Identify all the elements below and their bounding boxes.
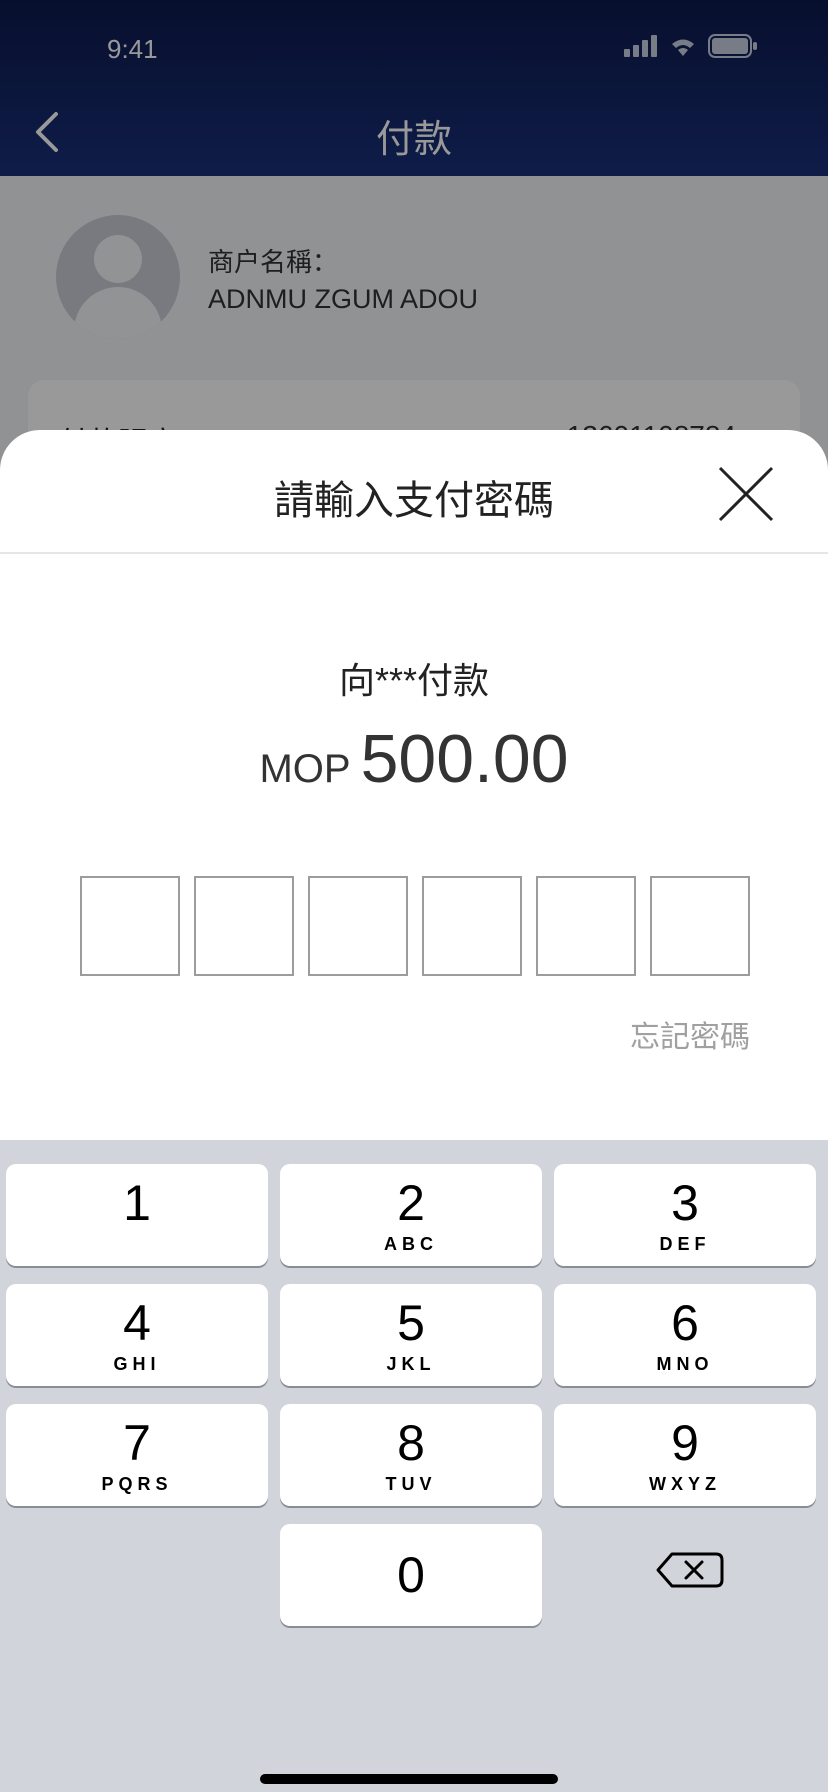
numeric-keypad: 1 2 ABC 3 DEF 4 GHI 5 JKL 6 MNO 7 PQRS 8… bbox=[0, 1140, 828, 1792]
key-digit: 4 bbox=[123, 1295, 151, 1351]
close-icon[interactable] bbox=[716, 464, 776, 524]
key-2[interactable]: 2 ABC bbox=[280, 1164, 542, 1266]
backspace-icon[interactable] bbox=[632, 1542, 748, 1598]
key-letters: WXYZ bbox=[649, 1474, 721, 1494]
payment-amount: MOP 500.00 bbox=[0, 720, 828, 798]
currency-label: MOP bbox=[259, 747, 351, 791]
sheet-title: 請輸入支付密碼 bbox=[274, 479, 554, 523]
password-sheet: 請輸入支付密碼 向***付款 MOP 500.00 忘記密碼 bbox=[0, 430, 828, 1140]
pin-box[interactable] bbox=[80, 876, 180, 976]
key-0[interactable]: 0 bbox=[280, 1524, 542, 1626]
key-letters: PQRS bbox=[101, 1474, 173, 1494]
key-letters: TUV bbox=[385, 1474, 437, 1494]
key-7[interactable]: 7 PQRS bbox=[6, 1404, 268, 1506]
key-6[interactable]: 6 MNO bbox=[554, 1284, 816, 1386]
key-letters: MNO bbox=[656, 1354, 714, 1374]
pin-box[interactable] bbox=[650, 876, 750, 976]
key-digit: 6 bbox=[671, 1295, 699, 1351]
key-digit: 8 bbox=[397, 1415, 425, 1471]
pin-box[interactable] bbox=[422, 876, 522, 976]
key-4[interactable]: 4 GHI bbox=[6, 1284, 268, 1386]
key-digit: 5 bbox=[397, 1295, 425, 1351]
key-9[interactable]: 9 WXYZ bbox=[554, 1404, 816, 1506]
key-8[interactable]: 8 TUV bbox=[280, 1404, 542, 1506]
key-3[interactable]: 3 DEF bbox=[554, 1164, 816, 1266]
pin-box[interactable] bbox=[536, 876, 636, 976]
key-letters: DEF bbox=[659, 1234, 711, 1254]
pin-box[interactable] bbox=[194, 876, 294, 976]
home-indicator bbox=[260, 1774, 558, 1784]
pin-box[interactable] bbox=[308, 876, 408, 976]
key-letters: JKL bbox=[386, 1354, 436, 1374]
payee-text: 向***付款 bbox=[338, 660, 490, 701]
key-digit: 9 bbox=[671, 1415, 699, 1471]
key-5[interactable]: 5 JKL bbox=[280, 1284, 542, 1386]
key-letters: ABC bbox=[384, 1234, 438, 1254]
key-digit: 3 bbox=[671, 1175, 699, 1231]
forgot-password-link[interactable]: 忘記密碼 bbox=[630, 1012, 750, 1056]
key-digit: 2 bbox=[397, 1175, 425, 1231]
key-digit: 0 bbox=[397, 1547, 425, 1603]
divider bbox=[0, 552, 828, 554]
key-1[interactable]: 1 bbox=[6, 1164, 268, 1266]
amount-value: 500.00 bbox=[360, 721, 569, 797]
key-letters: GHI bbox=[113, 1354, 161, 1374]
pin-input[interactable] bbox=[80, 876, 750, 976]
key-digit: 1 bbox=[123, 1175, 151, 1231]
key-digit: 7 bbox=[123, 1415, 151, 1471]
